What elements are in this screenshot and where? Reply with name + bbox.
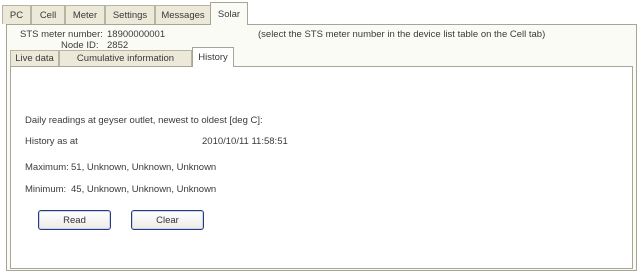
subtab-history[interactable]: History — [192, 47, 234, 67]
tab-solar[interactable]: Solar — [210, 2, 248, 25]
minimum-label: Minimum: — [25, 184, 67, 195]
maximum-values: 51, Unknown, Unknown, Unknown — [71, 162, 217, 173]
tab-pc[interactable]: PC — [2, 5, 31, 24]
history-description: Daily readings at geyser outlet, newest … — [25, 115, 263, 126]
maximum-label: Maximum: — [25, 162, 69, 173]
read-button-label: Read — [63, 214, 86, 226]
tab-messages[interactable]: Messages — [155, 5, 211, 24]
meter-selection-hint: (select the STS meter number in the devi… — [258, 29, 546, 40]
node-id-value: 2852 — [107, 40, 129, 51]
sts-meter-number-value: 18900000001 — [107, 29, 166, 40]
application-window: PC Cell Meter Settings Messages Solar ST… — [0, 0, 643, 278]
node-id-label: Node ID: — [61, 40, 99, 51]
history-as-at-label: History as at — [25, 136, 78, 147]
subtab-live-data[interactable]: Live data — [10, 50, 59, 66]
read-button[interactable]: Read — [38, 210, 111, 230]
subtab-cumulative-information[interactable]: Cumulative information — [59, 50, 192, 66]
tab-meter[interactable]: Meter — [65, 5, 105, 24]
sts-meter-number-label: STS meter number: — [20, 29, 103, 40]
clear-button-label: Clear — [156, 214, 179, 226]
clear-button[interactable]: Clear — [131, 210, 204, 230]
history-as-at-value: 2010/10/11 11:58:51 — [202, 136, 288, 147]
tab-settings[interactable]: Settings — [105, 5, 155, 24]
tab-cell[interactable]: Cell — [31, 5, 65, 24]
minimum-values: 45, Unknown, Unknown, Unknown — [71, 184, 217, 195]
